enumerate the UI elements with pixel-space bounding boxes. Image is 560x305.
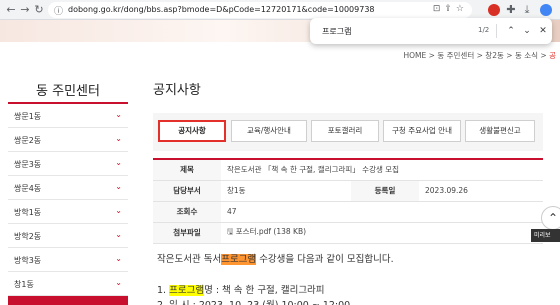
tab-district-projects[interactable]: 구청 주요사업 안내 <box>383 120 461 142</box>
tab-notice[interactable]: 공지사항 <box>158 120 226 142</box>
views-label: 조회수 <box>153 201 221 223</box>
sidebar-item-label: 쌍문1동 <box>14 112 42 121</box>
sidebar-item-label: 쌍문4동 <box>14 184 42 193</box>
address-url[interactable]: dobong.go.kr/dong/bbs.asp?bmode=D&pCode=… <box>68 5 375 14</box>
sidebar-active-item[interactable] <box>8 296 128 305</box>
subject-label: 제목 <box>153 159 221 181</box>
find-highlight: 프로그램 <box>169 285 205 296</box>
breadcrumb-current: 공 <box>549 51 556 60</box>
tab-photo-gallery[interactable]: 포토갤러리 <box>311 120 379 142</box>
chevron-down-icon: ⌄ <box>115 158 122 167</box>
find-match-count: 1/2 <box>478 26 490 34</box>
find-bar: 프로그램 1/2 ⌃ ⌄ ✕ <box>310 18 552 44</box>
post-info-table: 제목 작은도서관 「책 속 한 구절, 캘리그라피」 수강생 모집 담당부서 창… <box>153 158 543 244</box>
table-row: 조회수 47 <box>153 201 543 223</box>
sidebar-item-label: 방학3동 <box>14 256 42 265</box>
body-text: 작은도서관 독서 <box>157 254 222 265</box>
page-search-icon[interactable]: ⊡ <box>433 4 445 14</box>
dept-label: 담당부서 <box>153 180 221 202</box>
body-text: 명 : 책 속 한 구절, 캘리그라피 <box>204 285 325 296</box>
find-separator <box>496 24 497 38</box>
tab-complaint-report[interactable]: 생활불편신고 <box>465 120 535 142</box>
attachment-file-icon: 🖫 <box>227 227 234 236</box>
chevron-down-icon: ⌄ <box>115 278 122 287</box>
page-title: 공지사항 <box>153 83 201 98</box>
download-icon[interactable]: ⤓ <box>520 3 534 17</box>
extensions-puzzle-icon[interactable]: ✚ <box>504 3 518 17</box>
breadcrumb: HOME > 동 주민센터 > 창2동 > 동 소식 > 공 <box>403 51 556 60</box>
address-actions: ⊡⇪☆ <box>433 4 468 14</box>
body-line-3: 2. 일 시 : 2023. 10. 23.(월) 10:00 ~ 12:00 <box>157 297 350 305</box>
sidebar-item-ssangmun4[interactable]: 쌍문4동 ⌄ <box>8 176 128 200</box>
sidebar-item-ssangmun3[interactable]: 쌍문3동 ⌄ <box>8 152 128 176</box>
subject-value: 작은도서관 「책 속 한 구절, 캘리그라피」 수강생 모집 <box>221 159 543 181</box>
find-highlight-current: 프로그램 <box>221 254 257 265</box>
chevron-down-icon: ⌄ <box>115 182 122 191</box>
browser-toolbar: ← → ↻ ⓘ dobong.go.kr/dong/bbs.asp?bmode=… <box>0 0 560 20</box>
address-bar[interactable]: ⓘ dobong.go.kr/dong/bbs.asp?bmode=D&pCod… <box>48 2 472 18</box>
attachment-label: 첨부파일 <box>153 222 221 244</box>
forward-icon[interactable]: → <box>18 3 32 17</box>
share-icon[interactable]: ⇪ <box>444 4 456 14</box>
chevron-down-icon: ⌄ <box>115 254 122 263</box>
sidebar-item-label: 창1동 <box>14 280 34 289</box>
profile-avatar-icon[interactable] <box>540 4 552 16</box>
chevron-down-icon: ⌄ <box>115 206 122 215</box>
tab-education-events[interactable]: 교육/행사안내 <box>231 120 307 142</box>
table-row: 첨부파일 🖫 포스터.pdf (138 KB) <box>153 222 543 244</box>
attachment-link[interactable]: 포스터.pdf (138 KB) <box>236 227 306 236</box>
sidebar-item-label: 쌍문3동 <box>14 160 42 169</box>
sidebar-title: 동 주민센터 <box>36 84 100 99</box>
find-close-icon[interactable]: ✕ <box>536 24 550 38</box>
sidebar-item-banghak1[interactable]: 방학1동 ⌄ <box>8 200 128 224</box>
preview-tag[interactable]: 미리보 <box>531 229 560 242</box>
sidebar-item-label: 방학1동 <box>14 208 42 217</box>
breadcrumb-item[interactable]: 동 소식 <box>515 51 538 60</box>
chevron-down-icon: ⌄ <box>115 134 122 143</box>
table-row: 제목 작은도서관 「책 속 한 구절, 캘리그라피」 수강생 모집 <box>153 159 543 181</box>
bookmark-star-icon[interactable]: ☆ <box>456 4 468 14</box>
sidebar-item-banghak3[interactable]: 방학3동 ⌄ <box>8 248 128 272</box>
sidebar-item-label: 쌍문2동 <box>14 136 42 145</box>
date-label: 등록일 <box>351 180 419 202</box>
body-text: 1. <box>157 285 170 296</box>
scroll-top-icon[interactable]: ⌃ <box>541 206 560 230</box>
views-value: 47 <box>221 201 543 223</box>
extension-icon[interactable] <box>488 4 500 16</box>
find-previous-icon[interactable]: ⌃ <box>504 24 518 38</box>
body-line-2: 1. 프로그램명 : 책 속 한 구절, 캘리그라피 <box>157 282 325 296</box>
breadcrumb-item[interactable]: 동 주민센터 <box>437 51 474 60</box>
attachment-cell: 🖫 포스터.pdf (138 KB) <box>221 222 543 244</box>
body-text: 수강생을 다음과 같이 모집합니다. <box>256 254 394 265</box>
board-tabs: 공지사항 교육/행사안내 포토갤러리 구청 주요사업 안내 생활불편신고 <box>153 113 543 151</box>
dept-value: 창1동 <box>221 180 351 202</box>
sidebar-item-chang1[interactable]: 창1동 ⌄ <box>8 272 128 296</box>
breadcrumb-home[interactable]: HOME <box>404 51 427 60</box>
back-icon[interactable]: ← <box>4 3 18 17</box>
chevron-down-icon: ⌄ <box>115 230 122 239</box>
sidebar-item-banghak2[interactable]: 방학2동 ⌄ <box>8 224 128 248</box>
reload-icon[interactable]: ↻ <box>32 3 46 17</box>
date-value: 2023.09.26 <box>419 180 543 202</box>
body-line-1: 작은도서관 독서프로그램 수강생을 다음과 같이 모집합니다. <box>157 251 394 265</box>
sidebar-item-ssangmun1[interactable]: 쌍문1동 ⌄ <box>8 104 128 128</box>
find-input[interactable]: 프로그램 <box>322 26 351 37</box>
find-next-icon[interactable]: ⌄ <box>520 24 534 38</box>
breadcrumb-item[interactable]: 창2동 <box>485 51 504 60</box>
sidebar-item-ssangmun2[interactable]: 쌍문2동 ⌄ <box>8 128 128 152</box>
site-info-icon[interactable]: ⓘ <box>54 4 63 17</box>
table-row: 담당부서 창1동 등록일 2023.09.26 <box>153 180 543 202</box>
chevron-down-icon: ⌄ <box>115 110 122 119</box>
sidebar-item-label: 방학2동 <box>14 232 42 241</box>
